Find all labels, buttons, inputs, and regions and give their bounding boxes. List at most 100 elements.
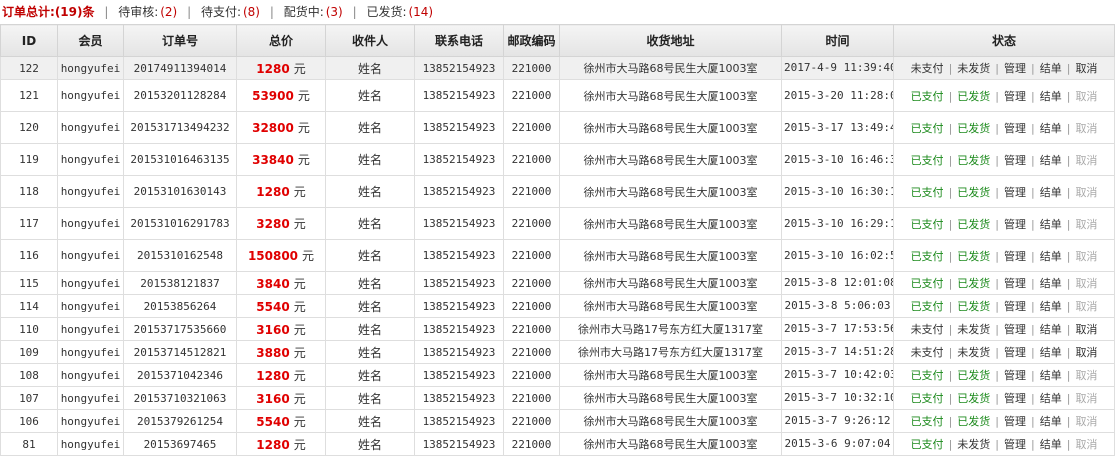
pending-review-filter[interactable]: 待审核: (2): [118, 5, 177, 19]
close-order-link[interactable]: 结单: [1040, 186, 1062, 199]
shipping-status-link[interactable]: 已发货: [957, 90, 990, 103]
shipping-status-link[interactable]: 未发货: [957, 346, 990, 359]
cell-order-no: 201537145128​21: [123, 340, 237, 364]
price-amount: 150800: [247, 249, 299, 263]
shipping-status-link[interactable]: 已发货: [957, 186, 990, 199]
payment-status-link[interactable]: 已支付: [911, 369, 944, 382]
price-amount: 5540: [256, 299, 290, 314]
shipping-status-link[interactable]: 已发货: [957, 300, 990, 313]
manage-link[interactable]: 管理: [1004, 300, 1026, 313]
price-unit: 元: [293, 391, 306, 406]
manage-link[interactable]: 管理: [1004, 154, 1026, 167]
cancel-order-link[interactable]: 取消: [1075, 62, 1097, 75]
manage-link[interactable]: 管理: [1004, 415, 1026, 428]
price-unit: 元: [293, 299, 306, 314]
shipping-status-link[interactable]: 已发货: [957, 369, 990, 382]
payment-status-link[interactable]: 已支付: [911, 90, 944, 103]
payment-status-link[interactable]: 已支付: [911, 250, 944, 263]
payment-status-link[interactable]: 未支付: [911, 346, 944, 359]
payment-status-link[interactable]: 已支付: [911, 438, 944, 451]
payment-status-link[interactable]: 已支付: [911, 122, 944, 135]
price-amount: 1280: [256, 185, 290, 199]
payment-status-link[interactable]: 已支付: [911, 415, 944, 428]
cancel-order-link: 取消: [1075, 153, 1098, 167]
close-order-link[interactable]: 结单: [1040, 346, 1062, 359]
table-row: 116 hongyufei 2015310162548 150800 元姓名 138521…: [0, 239, 1115, 272]
cancel-order-link: 取消: [1075, 415, 1098, 428]
preparing-filter[interactable]: 配货中: (3): [284, 5, 343, 19]
cancel-order-link: 取消: [1075, 277, 1098, 290]
payment-status-link[interactable]: 已支付: [911, 392, 944, 405]
shipping-status-link[interactable]: 未发货: [957, 62, 990, 75]
payment-status-link[interactable]: 已支付: [911, 154, 944, 167]
close-order-link[interactable]: 结单: [1040, 369, 1062, 382]
shipped-filter[interactable]: 已发货: (14): [366, 5, 433, 19]
close-order-link[interactable]: 结单: [1040, 415, 1062, 428]
shipping-status-link[interactable]: 已发货: [957, 250, 990, 263]
shipping-status-link[interactable]: 未发货: [957, 438, 990, 451]
cell-order-no: 20153697465: [123, 432, 237, 456]
manage-link[interactable]: 管理: [1004, 250, 1026, 263]
cell-id: 108: [0, 363, 58, 387]
payment-status-link[interactable]: 已支付: [911, 186, 944, 199]
cell-time: 2015-3-10 16:29:17: [781, 207, 894, 240]
manage-link[interactable]: 管理: [1004, 346, 1026, 359]
cancel-order-link[interactable]: 取消: [1075, 323, 1097, 336]
close-order-link[interactable]: 结单: [1040, 250, 1062, 263]
pending-pay-filter[interactable]: 待支付: (8): [201, 5, 260, 19]
manage-link[interactable]: 管理: [1004, 122, 1026, 135]
cancel-order-link[interactable]: 取消: [1075, 346, 1097, 359]
close-order-link[interactable]: 结单: [1040, 392, 1062, 405]
close-order-link[interactable]: 结单: [1040, 323, 1062, 336]
close-order-link[interactable]: 结单: [1040, 300, 1062, 313]
payment-status-link[interactable]: 已支付: [911, 218, 944, 231]
status-separator: |: [948, 277, 953, 290]
shipping-status-link[interactable]: 已发货: [957, 392, 990, 405]
manage-link[interactable]: 管理: [1004, 392, 1026, 405]
close-order-link[interactable]: 结单: [1040, 277, 1062, 290]
close-order-link[interactable]: 结单: [1040, 122, 1062, 135]
status-separator: |: [948, 415, 953, 428]
manage-link[interactable]: 管理: [1004, 323, 1026, 336]
price-unit: 元: [297, 121, 310, 135]
column-header-time: 时间: [781, 24, 894, 57]
manage-link[interactable]: 管理: [1004, 369, 1026, 382]
status-separator: |: [1066, 323, 1071, 336]
cell-id: 118: [0, 175, 58, 208]
close-order-link[interactable]: 结单: [1040, 90, 1062, 103]
pending-review-count: (2): [160, 5, 178, 19]
payment-status-link[interactable]: 已支付: [911, 300, 944, 313]
cell-status: 已支付 | 已发货 | 管理 | 结单 | 取消: [893, 111, 1115, 144]
close-order-link[interactable]: 结单: [1040, 62, 1062, 75]
status-separator: |: [948, 369, 953, 382]
status-separator: |: [1066, 277, 1071, 290]
cell-member: hongyufei: [57, 317, 124, 341]
shipping-status-link[interactable]: 已发货: [957, 415, 990, 428]
status-separator: |: [948, 323, 953, 336]
status-separator: |: [1066, 153, 1071, 167]
payment-status-link[interactable]: 未支付: [911, 62, 944, 75]
shipping-status-link[interactable]: 已发货: [957, 122, 990, 135]
close-order-link[interactable]: 结单: [1040, 154, 1062, 167]
manage-link[interactable]: 管理: [1004, 438, 1026, 451]
status-separator: |: [948, 89, 953, 103]
manage-link[interactable]: 管理: [1004, 62, 1026, 75]
payment-status-link[interactable]: 已支付: [911, 277, 944, 290]
cell-id: 106: [0, 409, 58, 433]
shipping-status-link[interactable]: 已发货: [957, 277, 990, 290]
manage-link[interactable]: 管理: [1004, 277, 1026, 290]
status-separator: |: [995, 300, 999, 313]
manage-link[interactable]: 管理: [1004, 218, 1026, 231]
payment-status-link[interactable]: 未支付: [911, 323, 944, 336]
price-amount: 32800: [252, 121, 294, 135]
manage-link[interactable]: 管理: [1004, 90, 1026, 103]
cell-id: 119: [0, 143, 58, 176]
shipping-status-link[interactable]: 已发货: [957, 218, 990, 231]
cell-zip: 221000: [503, 79, 560, 112]
cell-status: 已支付 | 已发货 | 管理 | 结单 | 取消: [893, 409, 1115, 433]
shipping-status-link[interactable]: 已发货: [957, 154, 990, 167]
close-order-link[interactable]: 结单: [1040, 218, 1062, 231]
shipping-status-link[interactable]: 未发货: [957, 323, 990, 336]
close-order-link[interactable]: 结单: [1040, 438, 1062, 451]
manage-link[interactable]: 管理: [1004, 186, 1026, 199]
